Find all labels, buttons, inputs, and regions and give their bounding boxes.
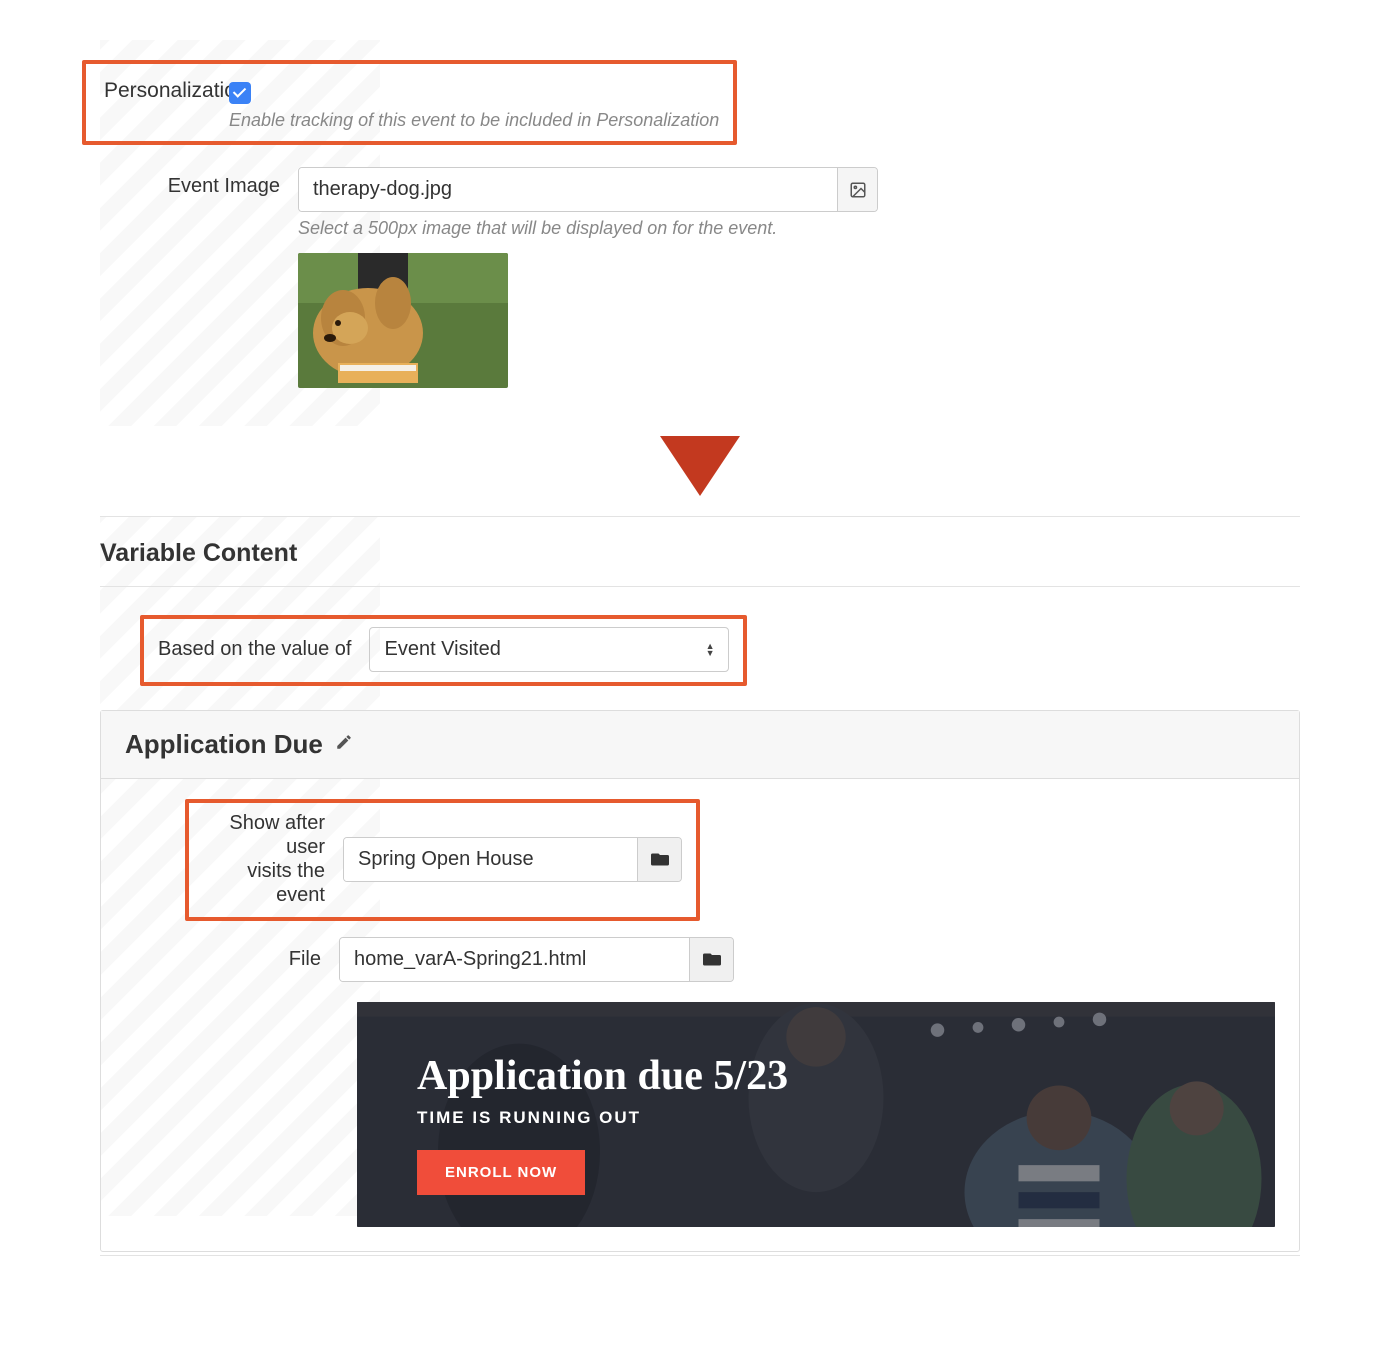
event-image-help: Select a 500px image that will be displa… bbox=[298, 218, 1300, 239]
event-image-input[interactable] bbox=[299, 168, 837, 211]
image-picker-button[interactable] bbox=[837, 168, 877, 211]
event-image-label: Event Image bbox=[100, 167, 298, 198]
banner-title: Application due 5/23 bbox=[417, 1052, 1215, 1100]
panel-title: Application Due bbox=[125, 729, 323, 760]
file-preview-banner: Application due 5/23 TIME IS RUNNING OUT… bbox=[357, 1002, 1275, 1227]
banner-subtitle: TIME IS RUNNING OUT bbox=[417, 1108, 1215, 1128]
show-after-input[interactable] bbox=[344, 838, 637, 881]
based-on-row: Based on the value of Event Visited ▲▼ bbox=[158, 627, 729, 672]
based-on-select[interactable]: Event Visited ▲▼ bbox=[369, 627, 729, 672]
personalization-checkbox[interactable] bbox=[229, 82, 251, 104]
arrow-down-icon bbox=[660, 436, 740, 496]
sort-icon: ▲▼ bbox=[706, 643, 715, 657]
personalization-label: Personalization bbox=[104, 72, 229, 103]
file-browse-button[interactable] bbox=[689, 938, 733, 981]
event-image-input-group bbox=[298, 167, 878, 212]
edit-icon[interactable] bbox=[335, 733, 353, 756]
based-on-highlight: Based on the value of Event Visited ▲▼ bbox=[140, 615, 747, 686]
panel-header: Application Due bbox=[101, 711, 1299, 779]
file-input[interactable] bbox=[340, 938, 689, 981]
folder-icon bbox=[651, 852, 669, 867]
personalization-help: Enable tracking of this event to be incl… bbox=[229, 110, 719, 131]
based-on-label: Based on the value of bbox=[158, 638, 369, 661]
image-icon bbox=[849, 181, 867, 199]
variable-content-heading: Variable Content bbox=[100, 539, 1300, 568]
show-after-label: Show after user visits the event bbox=[203, 811, 343, 907]
show-after-highlight: Show after user visits the event bbox=[185, 799, 700, 921]
application-due-panel: Application Due Show after user visits t… bbox=[100, 710, 1300, 1252]
show-after-browse-button[interactable] bbox=[637, 838, 681, 881]
file-label: File bbox=[199, 948, 339, 971]
event-image-thumbnail bbox=[298, 253, 508, 388]
based-on-value: Event Visited bbox=[384, 638, 500, 661]
personalization-highlight: Personalization Enable tracking of this … bbox=[82, 60, 737, 145]
folder-icon bbox=[703, 952, 721, 967]
enroll-now-button[interactable]: ENROLL NOW bbox=[417, 1150, 585, 1195]
